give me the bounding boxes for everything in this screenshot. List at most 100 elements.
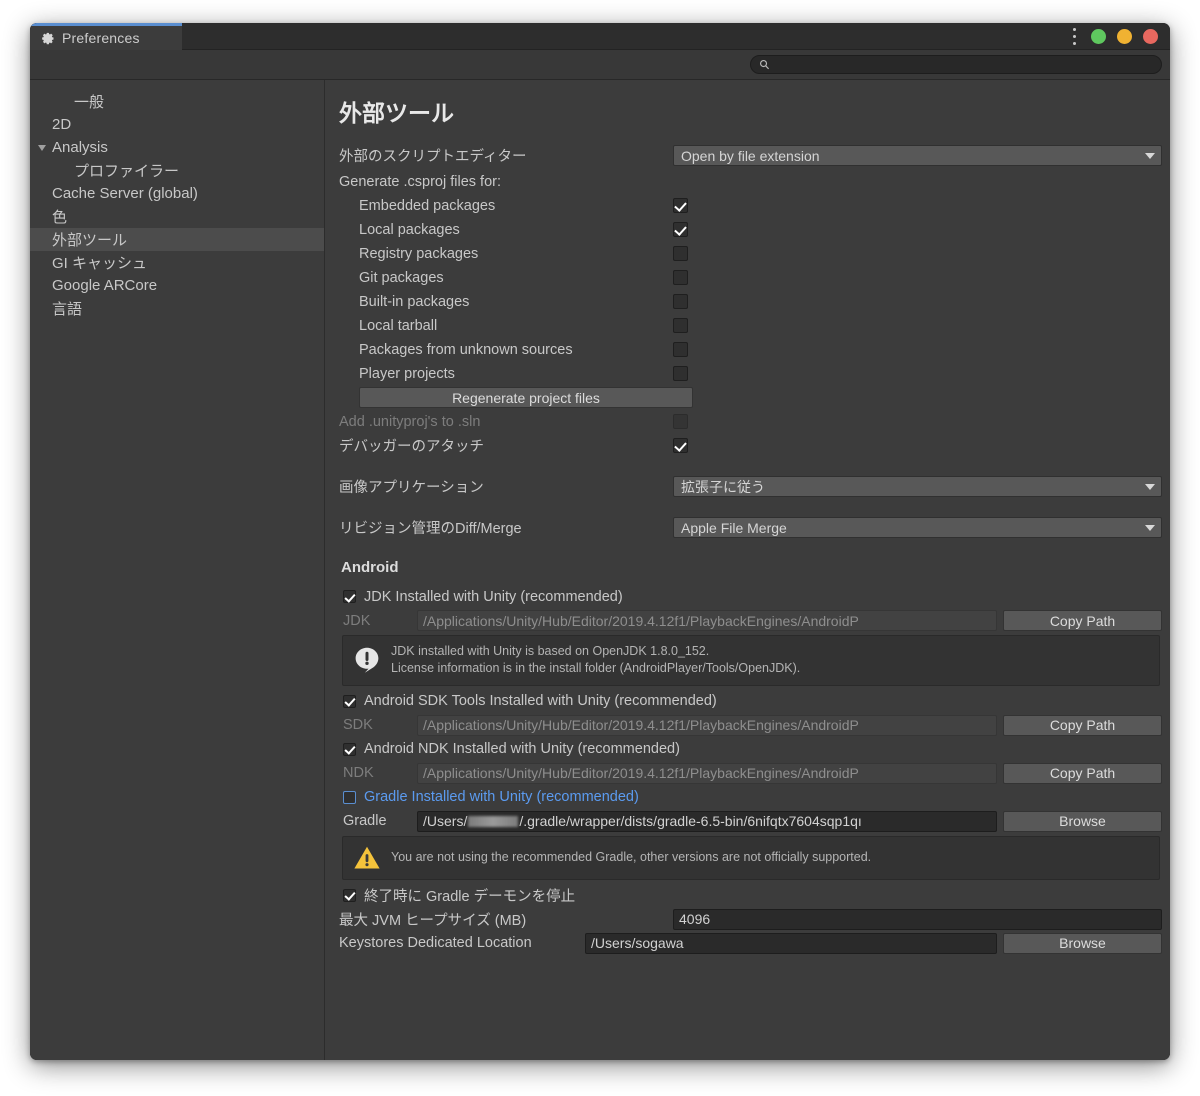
- jdk-info-box: JDK installed with Unity is based on Ope…: [342, 635, 1160, 686]
- row-local-tarball: Local tarball: [339, 314, 1162, 337]
- window-button-maximize[interactable]: [1091, 29, 1106, 44]
- chevron-down-icon[interactable]: [38, 144, 46, 151]
- row-add-unityproj: Add .unityproj's to .sln: [339, 410, 1162, 433]
- regenerate-project-files-button[interactable]: Regenerate project files: [359, 387, 693, 408]
- sidebar-item-general[interactable]: 一般: [30, 90, 324, 113]
- script-editor-dropdown[interactable]: Open by file extension: [673, 145, 1162, 166]
- gradle-warning-text: You are not using the recommended Gradle…: [391, 849, 872, 864]
- ndk-path-field: /Applications/Unity/Hub/Editor/2019.4.12…: [417, 762, 997, 784]
- sidebar-item-label: 一般: [74, 94, 105, 111]
- row-player-projects: Player projects: [339, 362, 1162, 385]
- local-packages-checkbox[interactable]: [673, 222, 688, 237]
- search-box[interactable]: [750, 55, 1162, 74]
- git-packages-label: Git packages: [359, 269, 444, 286]
- jdk-copy-path-button[interactable]: Copy Path: [1003, 610, 1162, 631]
- csproj-label: Generate .csproj files for:: [339, 173, 501, 190]
- ndk-path-label: NDK: [343, 765, 374, 781]
- script-editor-label: 外部のスクリプトエディター: [339, 149, 527, 165]
- jvm-heap-field[interactable]: 4096: [673, 908, 1162, 930]
- chevron-down-icon: [1145, 152, 1155, 159]
- sdk-path-label: SDK: [343, 717, 373, 733]
- diff-merge-value: Apple File Merge: [681, 519, 787, 536]
- row-registry-packages: Registry packages: [339, 242, 1162, 265]
- jdk-installed-label: JDK Installed with Unity (recommended): [364, 588, 623, 605]
- git-packages-checkbox[interactable]: [673, 270, 688, 285]
- gear-icon: [42, 32, 54, 45]
- chevron-down-icon: [1145, 524, 1155, 531]
- player-projects-checkbox[interactable]: [673, 366, 688, 381]
- android-section-heading: Android: [341, 559, 399, 576]
- ndk-installed-checkbox[interactable]: [343, 742, 356, 756]
- window-body: 一般 2D Analysis プロファイラー Cache Server (glo…: [30, 80, 1170, 1060]
- sidebar-item-label: プロファイラー: [74, 163, 180, 180]
- registry-packages-label: Registry packages: [359, 245, 479, 262]
- gradle-path-label: Gradle: [343, 813, 387, 829]
- ndk-copy-path-button[interactable]: Copy Path: [1003, 762, 1162, 784]
- tab-label: Preferences: [62, 30, 140, 46]
- sdk-copy-path-button[interactable]: Copy Path: [1003, 714, 1162, 736]
- row-image-application: 画像アプリケーション 拡張子に従う: [339, 475, 1162, 498]
- gradle-path-prefix: /Users/: [423, 813, 468, 829]
- image-application-dropdown[interactable]: 拡張子に従う: [673, 476, 1162, 497]
- sidebar-item-cache-server[interactable]: Cache Server (global): [30, 182, 324, 205]
- sidebar-item-profiler[interactable]: プロファイラー: [30, 159, 324, 182]
- gradle-path-field[interactable]: /Users/ /.gradle/wrapper/dists/gradle-6.5…: [417, 810, 997, 832]
- search-input[interactable]: [775, 57, 1153, 72]
- registry-packages-checkbox[interactable]: [673, 246, 688, 261]
- attach-debugger-checkbox[interactable]: [673, 438, 688, 453]
- sidebar-item-colors[interactable]: 色: [30, 205, 324, 228]
- local-tarball-checkbox[interactable]: [673, 318, 688, 333]
- sidebar-item-google-arcore[interactable]: Google ARCore: [30, 274, 324, 297]
- row-script-editor: 外部のスクリプトエディター Open by file extension: [339, 144, 1162, 167]
- sidebar-item-label: GI キャッシュ: [52, 255, 148, 272]
- keystores-browse-button[interactable]: Browse: [1003, 932, 1162, 954]
- player-projects-label: Player projects: [359, 365, 455, 382]
- window-button-minimize[interactable]: [1117, 29, 1132, 44]
- search-bar: [30, 50, 1170, 80]
- stop-gradle-daemon-checkbox[interactable]: [343, 888, 356, 902]
- builtin-packages-checkbox[interactable]: [673, 294, 688, 309]
- redacted-username: [468, 815, 519, 827]
- kebab-menu-icon[interactable]: [1072, 28, 1076, 45]
- sdk-installed-checkbox[interactable]: [343, 694, 356, 708]
- local-packages-label: Local packages: [359, 221, 460, 238]
- diff-merge-dropdown[interactable]: Apple File Merge: [673, 517, 1162, 538]
- tab-preferences[interactable]: Preferences: [30, 23, 182, 50]
- jdk-path-label: JDK: [343, 612, 371, 629]
- gradle-installed-checkbox[interactable]: [343, 790, 356, 804]
- row-ndk-path: NDK /Applications/Unity/Hub/Editor/2019.…: [339, 762, 1162, 785]
- row-sdk-path: SDK /Applications/Unity/Hub/Editor/2019.…: [339, 714, 1162, 737]
- row-jdk-path: JDK /Applications/Unity/Hub/Editor/2019.…: [339, 609, 1162, 632]
- sidebar-item-2d[interactable]: 2D: [30, 113, 324, 136]
- sidebar-item-label: 2D: [52, 116, 72, 133]
- row-gradle-installed: Gradle Installed with Unity (recommended…: [339, 786, 1162, 809]
- unknown-sources-checkbox[interactable]: [673, 342, 688, 357]
- warning-icon: [354, 846, 380, 868]
- jdk-path-field: /Applications/Unity/Hub/Editor/2019.4.12…: [417, 610, 997, 631]
- keystores-path-field[interactable]: /Users/sogawa: [585, 932, 997, 954]
- sidebar-item-language[interactable]: 言語: [30, 297, 324, 320]
- gradle-installed-label: Gradle Installed with Unity (recommended…: [364, 789, 639, 805]
- row-embedded-packages: Embedded packages: [339, 194, 1162, 217]
- sidebar-item-analysis[interactable]: Analysis: [30, 136, 324, 159]
- row-gradle-path: Gradle /Users/ /.gradle/wrapper/dists/gra…: [339, 810, 1162, 833]
- embedded-packages-checkbox[interactable]: [673, 198, 688, 213]
- sidebar-item-label: Analysis: [52, 139, 108, 156]
- local-tarball-label: Local tarball: [359, 317, 438, 334]
- add-unityproj-label: Add .unityproj's to .sln: [339, 413, 481, 430]
- row-stop-daemon: 終了時に Gradle デーモンを停止: [339, 884, 1162, 907]
- info-icon: [355, 648, 379, 673]
- sdk-installed-label: Android SDK Tools Installed with Unity (…: [364, 693, 717, 709]
- add-unityproj-checkbox: [673, 414, 688, 429]
- sidebar-item-external-tools[interactable]: 外部ツール: [30, 228, 324, 251]
- window-button-close[interactable]: [1143, 29, 1158, 44]
- chevron-down-icon: [1145, 483, 1155, 490]
- gradle-browse-button[interactable]: Browse: [1003, 810, 1162, 832]
- sidebar-item-gi-cache[interactable]: GI キャッシュ: [30, 251, 324, 274]
- row-regenerate: Regenerate project files: [339, 386, 1162, 409]
- diff-merge-label: リビジョン管理のDiff/Merge: [339, 521, 522, 537]
- jdk-info-line1: JDK installed with Unity is based on Ope…: [391, 644, 710, 658]
- jdk-installed-checkbox[interactable]: [343, 590, 356, 603]
- row-ndk-installed: Android NDK Installed with Unity (recomm…: [339, 738, 1162, 761]
